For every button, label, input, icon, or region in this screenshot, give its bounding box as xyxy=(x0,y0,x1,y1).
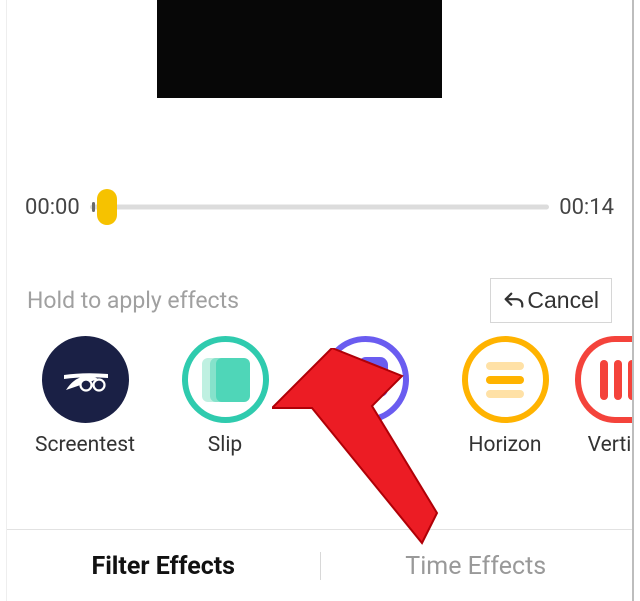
time-end: 00:14 xyxy=(559,195,614,220)
effect-slip[interactable]: Slip xyxy=(155,336,295,457)
slip-icon xyxy=(182,336,269,423)
timeline: 00:00 00:14 xyxy=(25,188,614,226)
horizon-icon xyxy=(462,336,549,423)
effect-smooth[interactable] xyxy=(295,336,435,433)
cancel-button[interactable]: Cancel xyxy=(490,278,612,323)
cancel-label: Cancel xyxy=(527,287,599,314)
tab-time-effects[interactable]: Time Effects xyxy=(320,552,633,581)
video-preview[interactable] xyxy=(157,0,442,98)
screentest-icon xyxy=(42,336,129,423)
effect-horizon[interactable]: Horizon xyxy=(435,336,575,457)
hint-text: Hold to apply effects xyxy=(27,287,239,314)
effect-screentest[interactable]: Screentest xyxy=(15,336,155,457)
tab-filter-effects[interactable]: Filter Effects xyxy=(7,552,320,581)
tab-divider xyxy=(320,552,321,580)
timeline-slider[interactable] xyxy=(90,204,549,210)
tabs: Filter Effects Time Effects xyxy=(7,529,632,581)
slider-track xyxy=(90,205,549,210)
effect-vertical[interactable]: Vertic xyxy=(575,336,632,457)
effects-list[interactable]: Screentest Slip xyxy=(15,336,632,457)
slider-thumb[interactable] xyxy=(97,189,117,225)
time-start: 00:00 xyxy=(25,195,80,220)
undo-icon xyxy=(503,290,525,312)
smooth-icon xyxy=(322,336,409,423)
effect-label: Horizon xyxy=(468,433,541,457)
vertical-icon xyxy=(575,336,632,423)
slider-notch xyxy=(92,202,95,212)
effect-label: Screentest xyxy=(35,433,135,457)
effect-label: Slip xyxy=(208,433,242,457)
effect-label: Vertic xyxy=(588,433,632,457)
